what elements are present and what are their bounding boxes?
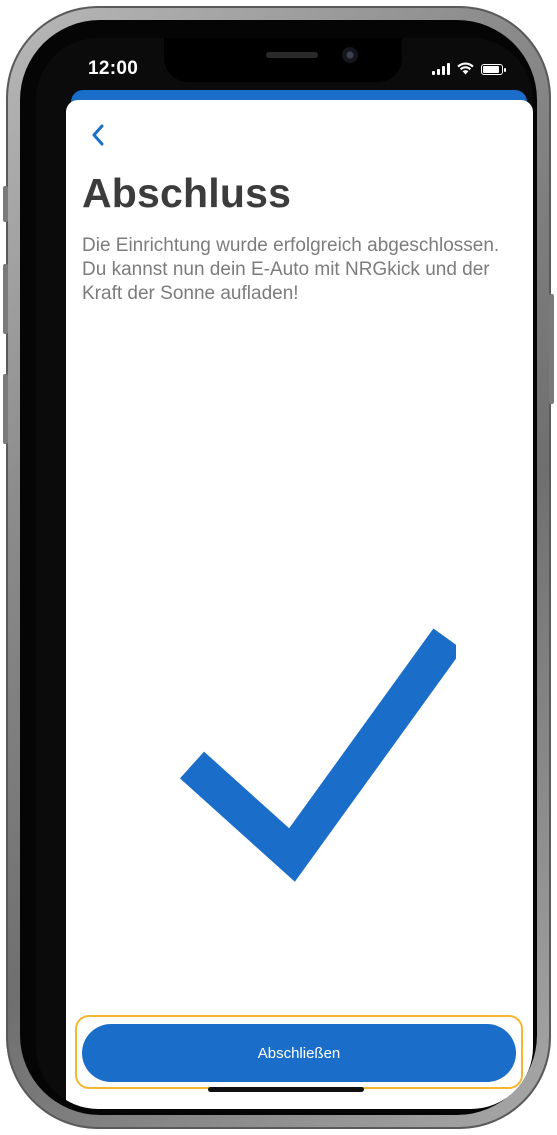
finish-button[interactable]: Abschließen bbox=[82, 1024, 516, 1082]
page-description: Die Einrichtung wurde erfolgreich abgesc… bbox=[82, 235, 500, 304]
phone-frame: 12:00 Abschluss Die Einrichtung wurde er… bbox=[3, 6, 554, 1129]
notch bbox=[164, 38, 402, 82]
home-indicator[interactable] bbox=[208, 1087, 364, 1092]
front-camera bbox=[342, 47, 358, 63]
silent-switch bbox=[3, 186, 8, 222]
speaker-grille bbox=[266, 52, 318, 58]
checkmark-icon bbox=[179, 628, 463, 882]
power-button bbox=[549, 294, 554, 404]
chevron-left-icon bbox=[92, 124, 104, 146]
back-button[interactable] bbox=[86, 120, 110, 150]
status-icons bbox=[432, 62, 506, 75]
screen: 12:00 Abschluss Die Einrichtung wurde er… bbox=[36, 38, 533, 1109]
volume-down-button bbox=[3, 374, 8, 444]
cellular-signal-icon bbox=[432, 63, 450, 75]
battery-icon bbox=[481, 64, 506, 75]
success-illustration bbox=[176, 625, 463, 895]
status-time: 12:00 bbox=[88, 58, 139, 79]
volume-up-button bbox=[3, 264, 8, 334]
modal-sheet: Abschluss Die Einrichtung wurde erfolgre… bbox=[66, 100, 533, 1109]
page-title: Abschluss bbox=[82, 170, 292, 216]
wifi-icon bbox=[457, 62, 474, 75]
